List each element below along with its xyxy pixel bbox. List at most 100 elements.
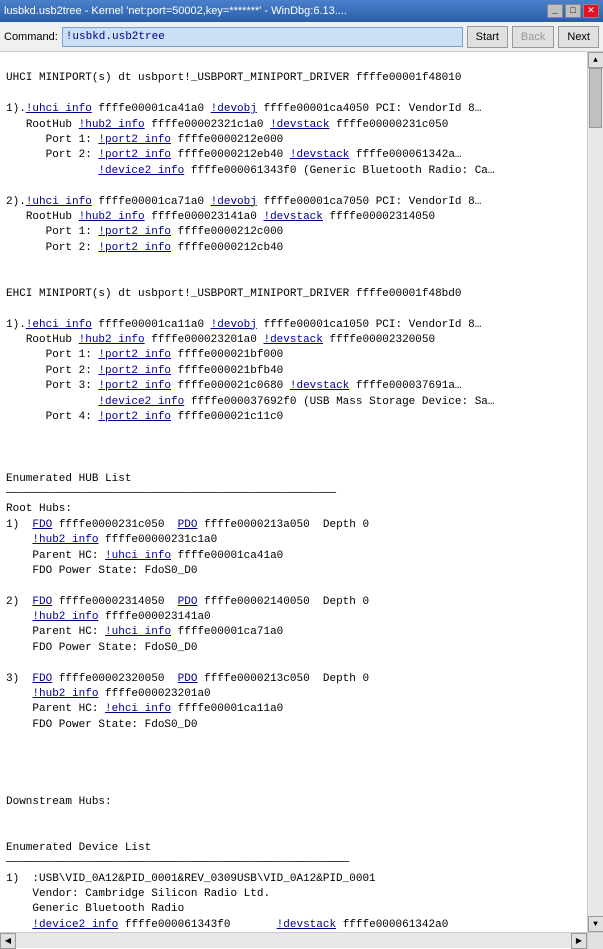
link-hub2-info-3[interactable]: !hub2 info bbox=[79, 334, 145, 346]
line-1-uhci: 1).!uhci info ffffe00001ca41a0 !devobj f… bbox=[6, 103, 481, 115]
line-root-hub-3-parent: Parent HC: !ehci info ffffe00001ca11a0 bbox=[6, 703, 283, 715]
line-dev-1-id: 1) :USB\VID_0A12&PID_0001&REV_0309USB\VI… bbox=[6, 873, 376, 885]
line-1-port2: Port 2: !port2 info ffffe0000212eb40 !de… bbox=[6, 149, 462, 161]
link-devobj-2[interactable]: !devobj bbox=[211, 196, 257, 208]
scroll-down-arrow[interactable]: ▼ bbox=[588, 916, 603, 932]
link-pdo-2[interactable]: PDO bbox=[178, 596, 198, 608]
line-ehci-roothub: RootHub !hub2 info ffffe000023201a0 !dev… bbox=[6, 334, 435, 346]
line-root-hub-2-hub2: !hub2 info ffffe000023141a0 bbox=[6, 611, 211, 623]
line-root-hub-1-power: FDO Power State: FdoS0_D0 bbox=[6, 565, 197, 577]
minimize-button[interactable]: _ bbox=[547, 4, 563, 18]
link-hub2-info-rh3[interactable]: !hub2 info bbox=[32, 688, 98, 700]
link-devobj-3[interactable]: !devobj bbox=[211, 319, 257, 331]
command-input[interactable] bbox=[62, 27, 463, 47]
link-ehci-info-1[interactable]: !ehci info bbox=[26, 319, 92, 331]
line-dev-1-device2: !device2 info ffffe000061343f0 !devstack… bbox=[6, 919, 448, 931]
line-divider2: ────────────────────────────────────────… bbox=[6, 857, 349, 869]
content-area: UHCI MINIPORT(s) dt usbport!_USBPORT_MIN… bbox=[0, 52, 603, 932]
link-port2-info-3a[interactable]: !port2 info bbox=[98, 349, 171, 361]
link-port2-info-2b[interactable]: !port2 info bbox=[98, 242, 171, 254]
line-2-roothub: RootHub !hub2 info ffffe000023141a0 !dev… bbox=[6, 211, 435, 223]
toolbar: Command: Start Back Next bbox=[0, 22, 603, 52]
link-port2-info-1a[interactable]: !port2 info bbox=[98, 134, 171, 146]
link-fdo-2[interactable]: FDO bbox=[32, 596, 52, 608]
line-root-hubs: Root Hubs: bbox=[6, 503, 72, 515]
link-devstack-3[interactable]: !devstack bbox=[263, 334, 322, 346]
start-button[interactable]: Start bbox=[467, 26, 508, 48]
vertical-scrollbar[interactable]: ▲ ▼ bbox=[587, 52, 603, 932]
link-uhci-info-rh1[interactable]: !uhci info bbox=[105, 550, 171, 562]
scroll-track-h[interactable] bbox=[16, 933, 571, 948]
scroll-track-v[interactable] bbox=[588, 68, 603, 916]
link-device2-info-2[interactable]: !device2 info bbox=[98, 396, 184, 408]
link-port2-info-3c[interactable]: !port2 info bbox=[98, 380, 171, 392]
line-root-hub-1-hub2: !hub2 info ffffe00000231c1a0 bbox=[6, 534, 217, 546]
line-root-hub-2-parent: Parent HC: !uhci info ffffe00001ca71a0 bbox=[6, 626, 283, 638]
link-port2-info-2a[interactable]: !port2 info bbox=[98, 226, 171, 238]
link-hub2-info-rh1[interactable]: !hub2 info bbox=[32, 534, 98, 546]
line-root-hub-1: 1) FDO ffffe0000231c050 PDO ffffe0000213… bbox=[6, 519, 369, 531]
link-devstack-1[interactable]: !devstack bbox=[270, 119, 329, 131]
link-ehci-info-rh3[interactable]: !ehci info bbox=[105, 703, 171, 715]
link-fdo-1[interactable]: FDO bbox=[32, 519, 52, 531]
link-port2-info-3b[interactable]: !port2 info bbox=[98, 365, 171, 377]
line-2-uhci: 2).!uhci info ffffe00001ca71a0 !devobj f… bbox=[6, 196, 481, 208]
link-device2-info-d1[interactable]: !device2 info bbox=[32, 919, 118, 931]
line-1-port1: Port 1: !port2 info ffffe0000212e000 bbox=[6, 134, 283, 146]
window-controls: _ □ ✕ bbox=[547, 4, 599, 18]
link-pdo-3[interactable]: PDO bbox=[178, 673, 198, 685]
line-1-ehci: 1).!ehci info ffffe00001ca11a0 !devobj f… bbox=[6, 319, 481, 331]
link-fdo-3[interactable]: FDO bbox=[32, 673, 52, 685]
line-ehci-port4: Port 4: !port2 info ffffe000021c11c0 bbox=[6, 411, 283, 423]
line-2-port2: Port 2: !port2 info ffffe0000212cb40 bbox=[6, 242, 283, 254]
line-downstream-hubs: Downstream Hubs: bbox=[6, 796, 112, 808]
back-button[interactable]: Back bbox=[512, 26, 554, 48]
link-devstack-1b[interactable]: !devstack bbox=[290, 149, 349, 161]
line-root-hub-2: 2) FDO ffffe00002314050 PDO ffffe0000214… bbox=[6, 596, 369, 608]
horizontal-scrollbar[interactable]: ◀ ▶ bbox=[0, 932, 603, 948]
link-devstack-3c[interactable]: !devstack bbox=[290, 380, 349, 392]
line-1-device2: !device2 info ffffe000061343f0 (Generic … bbox=[6, 165, 495, 177]
command-label: Command: bbox=[4, 31, 58, 43]
title-bar: lusbkd.usb2tree - Kernel 'net:port=50002… bbox=[0, 0, 603, 22]
line-dev-1-vendor: Vendor: Cambridge Silicon Radio Ltd. bbox=[6, 888, 270, 900]
link-devobj-1[interactable]: !devobj bbox=[211, 103, 257, 115]
line-ehci-port1: Port 1: !port2 info ffffe000021bf000 bbox=[6, 349, 283, 361]
link-hub2-info-1[interactable]: !hub2 info bbox=[79, 119, 145, 131]
line-dev-1-name: Generic Bluetooth Radio bbox=[6, 903, 184, 915]
line-enum-dev-list: Enumerated Device List bbox=[6, 842, 151, 854]
title-text: lusbkd.usb2tree - Kernel 'net:port=50002… bbox=[4, 5, 547, 17]
link-device2-info-1[interactable]: !device2 info bbox=[98, 165, 184, 177]
link-uhci-info-2[interactable]: !uhci info bbox=[26, 196, 92, 208]
line-root-hub-1-parent: Parent HC: !uhci info ffffe00001ca41a0 bbox=[6, 550, 283, 562]
next-button[interactable]: Next bbox=[558, 26, 599, 48]
line-2-port1: Port 1: !port2 info ffffe0000212c000 bbox=[6, 226, 283, 238]
scroll-corner bbox=[587, 933, 603, 949]
link-uhci-info-rh2[interactable]: !uhci info bbox=[105, 626, 171, 638]
line-ehci-device2: !device2 info ffffe000037692f0 (USB Mass… bbox=[6, 396, 495, 408]
link-devstack-d1[interactable]: !devstack bbox=[277, 919, 336, 931]
link-hub2-info-2[interactable]: !hub2 info bbox=[79, 211, 145, 223]
line-ehci-port3: Port 3: !port2 info ffffe000021c0680 !de… bbox=[6, 380, 462, 392]
text-output[interactable]: UHCI MINIPORT(s) dt usbport!_USBPORT_MIN… bbox=[0, 52, 587, 932]
link-hub2-info-rh2[interactable]: !hub2 info bbox=[32, 611, 98, 623]
scroll-left-arrow[interactable]: ◀ bbox=[0, 933, 16, 949]
line-root-hub-3-power: FDO Power State: FdoS0_D0 bbox=[6, 719, 197, 731]
maximize-button[interactable]: □ bbox=[565, 4, 581, 18]
link-port2-info-3d[interactable]: !port2 info bbox=[98, 411, 171, 423]
link-uhci-info-1[interactable]: !uhci info bbox=[26, 103, 92, 115]
line-enum-hub-list: Enumerated HUB List bbox=[6, 473, 131, 485]
line-root-hub-3-hub2: !hub2 info ffffe000023201a0 bbox=[6, 688, 211, 700]
scroll-thumb-v[interactable] bbox=[589, 68, 602, 128]
link-port2-info-1b[interactable]: !port2 info bbox=[98, 149, 171, 161]
scroll-up-arrow[interactable]: ▲ bbox=[588, 52, 603, 68]
link-devstack-2[interactable]: !devstack bbox=[263, 211, 322, 223]
link-pdo-1[interactable]: PDO bbox=[178, 519, 198, 531]
close-button[interactable]: ✕ bbox=[583, 4, 599, 18]
scroll-right-arrow[interactable]: ▶ bbox=[571, 933, 587, 949]
line-root-hub-2-power: FDO Power State: FdoS0_D0 bbox=[6, 642, 197, 654]
line-ehci-header: EHCI MINIPORT(s) dt usbport!_USBPORT_MIN… bbox=[6, 288, 461, 300]
line-ehci-port2: Port 2: !port2 info ffffe000021bfb40 bbox=[6, 365, 283, 377]
line-root-hub-3: 3) FDO ffffe00002320050 PDO ffffe0000213… bbox=[6, 673, 369, 685]
line-1-roothub: RootHub !hub2 info ffffe00002321c1a0 !de… bbox=[6, 119, 448, 131]
